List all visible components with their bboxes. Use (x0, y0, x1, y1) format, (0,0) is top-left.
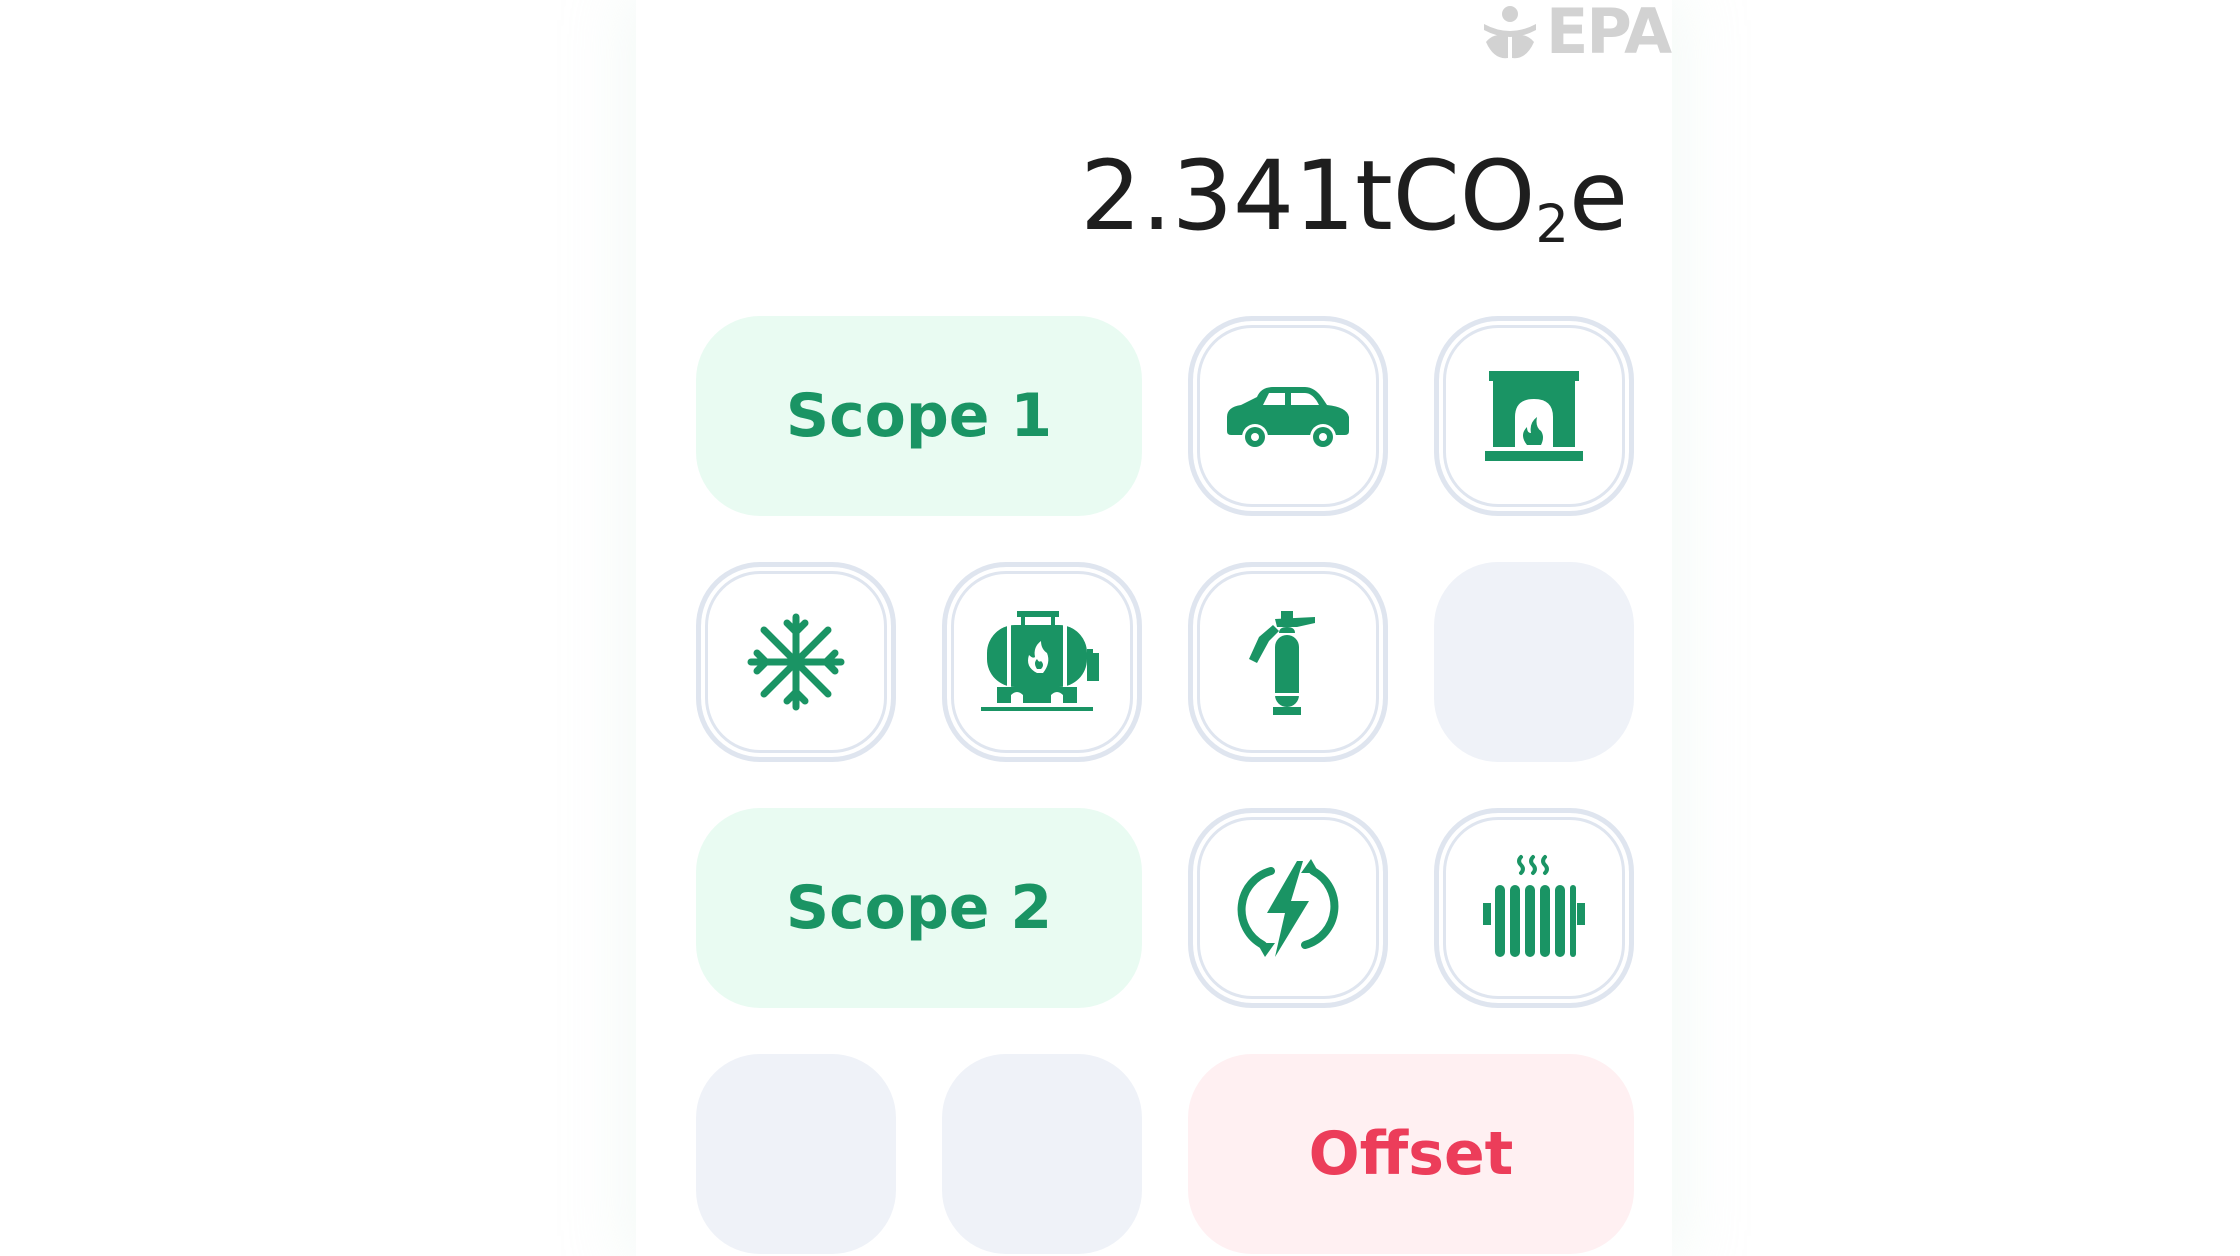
scope-2-button[interactable]: Scope 2 (696, 808, 1142, 1008)
purchased-heat-button[interactable] (1434, 808, 1634, 1008)
emission-value: 2.341 (1080, 140, 1356, 252)
fuel-storage-button[interactable] (942, 562, 1142, 762)
epa-logo-text: EPA (1546, 0, 1672, 68)
scope-2-label: Scope 2 (785, 873, 1053, 943)
electricity-icon (1237, 859, 1339, 957)
offset-button[interactable]: Offset (1188, 1054, 1634, 1254)
scope-1-button[interactable]: Scope 1 (696, 316, 1142, 516)
fire-extinguisher-icon (1249, 611, 1315, 715)
fireplace-icon (1485, 371, 1583, 461)
blank-key (942, 1054, 1142, 1254)
blank-key (1434, 562, 1634, 762)
fire-suppression-button[interactable] (1188, 562, 1388, 762)
emission-unit-subscript: 2 (1535, 194, 1569, 256)
car-icon (1227, 387, 1349, 450)
emission-display: 2.341tCO2e (1080, 148, 1628, 252)
fuel-tank-icon (981, 611, 1099, 711)
emission-unit-prefix: tCO (1355, 140, 1536, 252)
offset-label: Offset (1308, 1119, 1514, 1189)
refrigerants-button[interactable] (696, 562, 896, 762)
blank-key (696, 1054, 896, 1254)
epa-logo: EPA (1480, 0, 1672, 68)
radiator-icon (1483, 855, 1585, 957)
purchased-electricity-button[interactable] (1188, 808, 1388, 1008)
scope-1-label: Scope 1 (785, 381, 1053, 451)
snowflake-icon (747, 613, 845, 711)
mobile-combustion-button[interactable] (1188, 316, 1388, 516)
app-screen: EPA 2.341tCO2e Scope 1 Scope 2 Offset (0, 0, 2240, 1256)
epa-flower-icon (1484, 6, 1536, 59)
stationary-combustion-button[interactable] (1434, 316, 1634, 516)
emission-unit-suffix: e (1568, 140, 1628, 252)
